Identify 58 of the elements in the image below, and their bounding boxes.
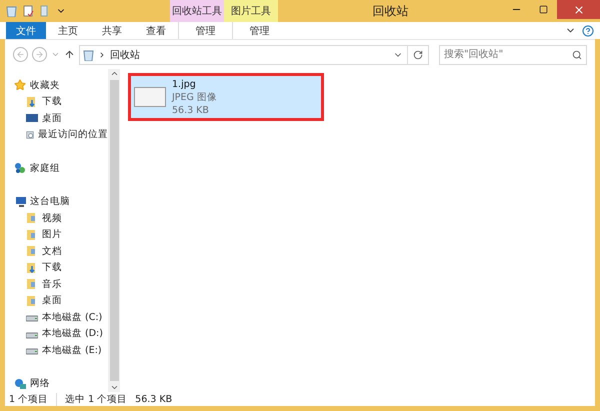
up-button[interactable]	[64, 49, 75, 60]
folder-icon	[26, 212, 38, 224]
nav-item[interactable]: 这台电脑	[5, 193, 108, 210]
close-button[interactable]	[557, 0, 600, 19]
up-arrow-icon	[64, 49, 75, 60]
maximize-icon	[539, 5, 548, 14]
folder-icon	[26, 245, 38, 258]
nav-item[interactable]: 文档	[5, 242, 108, 260]
address-field[interactable]: 回收站	[79, 44, 429, 64]
nav-item[interactable]: 本地磁盘 (C:)	[5, 309, 108, 326]
search-box[interactable]: 搜索"回收站"	[439, 44, 587, 64]
status-text: 1 个项目	[9, 392, 50, 406]
properties-icon[interactable]	[23, 5, 34, 17]
recent-places-icon	[26, 128, 34, 141]
recycle-bin-icon	[83, 48, 94, 60]
nav-item[interactable]: 视频	[5, 210, 108, 226]
thumbnail	[134, 87, 166, 107]
nav-item[interactable]: 下载	[5, 259, 108, 276]
scrollbar[interactable]	[108, 69, 120, 392]
scroll-down-icon[interactable]	[110, 383, 118, 392]
nav-item[interactable]: 网络	[5, 376, 108, 392]
nav-item[interactable]: 桌面	[5, 292, 108, 310]
status-text: 56.3 KB	[135, 394, 174, 404]
homegroup-icon	[14, 162, 26, 174]
download-folder-icon	[26, 96, 38, 108]
chevron-down-icon	[51, 50, 60, 59]
status-text: 选中 1 个项目	[56, 392, 136, 406]
download-folder-icon	[26, 262, 38, 274]
nav-item[interactable]: 家庭组	[5, 160, 108, 176]
nav-item[interactable]: 最近访问的位置	[5, 126, 108, 144]
scroll-up-icon[interactable]	[110, 69, 118, 78]
computer-icon	[14, 196, 26, 208]
network-icon	[14, 378, 26, 390]
search-icon[interactable]	[572, 50, 582, 60]
nav-item[interactable]: 音乐	[5, 276, 108, 293]
nav-item[interactable]: 桌面	[5, 110, 108, 127]
nav-item[interactable]: 下载	[5, 94, 108, 110]
nav-item[interactable]: 收藏夹	[5, 77, 108, 94]
folder-icon	[26, 228, 38, 241]
file-item[interactable]: 1.jpg JPEG 图像 56.3 KB	[128, 73, 324, 121]
window-title: 回收站	[372, 2, 410, 20]
chevron-right-icon	[98, 50, 106, 58]
monitor-icon	[26, 112, 38, 124]
nav-item[interactable]: 图片	[5, 226, 108, 243]
file-menu-tab[interactable]: 文件	[6, 22, 46, 39]
address-path: 回收站	[110, 48, 141, 62]
close-icon	[572, 4, 584, 16]
context-tab-group: 回收站工具	[170, 0, 224, 22]
refresh-icon	[413, 50, 423, 60]
folder-icon	[26, 294, 38, 307]
nav-item[interactable]: 本地磁盘 (E:)	[5, 342, 108, 359]
back-arrow-icon	[16, 50, 25, 59]
nav-item[interactable]: 本地磁盘 (D:)	[5, 326, 108, 342]
recycle-bin-icon	[6, 5, 17, 17]
context-tab-group: 图片工具	[224, 0, 278, 22]
forward-arrow-icon	[35, 50, 44, 59]
star-icon	[14, 79, 26, 92]
folder-icon	[26, 278, 38, 290]
